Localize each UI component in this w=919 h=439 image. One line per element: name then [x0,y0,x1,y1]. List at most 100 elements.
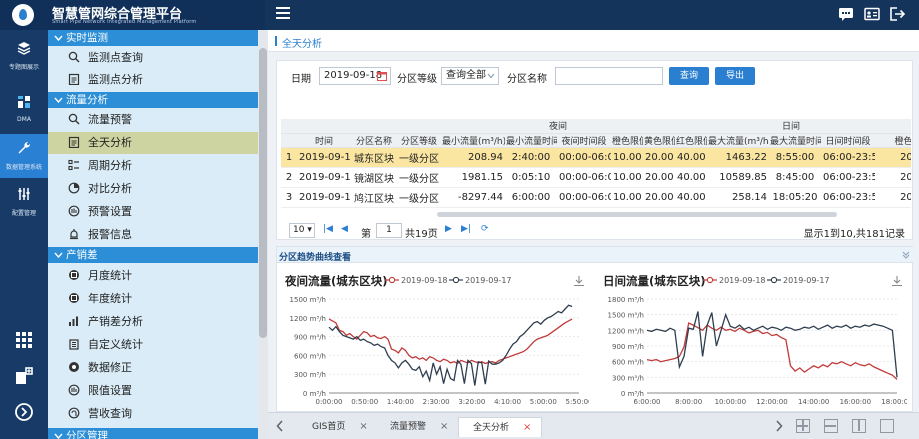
add-window-icon[interactable] [14,366,34,386]
table-cell: 20.00 [643,167,676,188]
next-page-icon[interactable]: ▶ [445,224,452,234]
column-header[interactable]: 红色限值 [675,133,708,148]
column-header[interactable]: 夜间时间段 [557,133,611,148]
trend-header[interactable]: 分区趋势曲线查看 [277,247,914,263]
rail-item-data-mgmt[interactable]: 数据管理系统 [0,134,48,178]
nav-item-monthly-stats[interactable]: 月度统计 [48,265,258,287]
table-cell: 18:05:20 [769,187,822,208]
collapse-chevron-icon[interactable] [902,251,910,259]
table-row[interactable]: 12019-09-18城东区块一级分区208.942:40:0000:00-06… [281,147,911,168]
rail-item-dma[interactable]: DMA [0,88,48,132]
query-button[interactable]: 查询 [669,67,709,85]
download-icon[interactable] [891,275,903,287]
legend-series-1[interactable]: 2019-09-18 [703,276,766,285]
nav-category-sales[interactable]: 产销差 [48,247,258,263]
nav-scroll-thumb[interactable] [259,48,267,338]
layout-rows-icon[interactable] [824,419,838,433]
nav-item-allday-analysis[interactable]: 全天分析 [48,132,258,154]
column-header[interactable]: 橙色限值 [611,133,643,148]
export-button[interactable]: 导出 [715,67,755,85]
nav-category-zone[interactable]: 分区管理 [48,428,258,439]
nav-item-label: 营收查询 [88,407,132,420]
level-select[interactable]: 查询全部 [441,67,499,85]
legend-series-1[interactable]: 2019-09-18 [385,276,448,285]
tab-flow-warning[interactable]: 流量预警 × [390,417,448,437]
nav-item-yearly-stats[interactable]: 年度统计 [48,288,258,310]
app-grid-icon[interactable] [14,330,34,350]
column-header[interactable] [281,133,297,148]
column-header[interactable]: 最大流量(m³/h) [707,133,770,148]
x-tick-label: 10:00:00 [715,398,746,406]
column-header[interactable]: 最小流量时间 [505,133,557,148]
menu-toggle-icon[interactable] [276,7,290,21]
zone-name-input[interactable] [555,67,663,85]
logout-icon[interactable] [890,7,906,21]
message-icon[interactable] [838,7,854,21]
table-hscrollbar[interactable] [437,212,837,217]
table-row[interactable]: 32019-09-18鸠江区块一级分区-8297.446:00:0000:00-… [281,187,911,208]
refresh-icon[interactable]: ⟳ [481,224,489,234]
nav-category-realtime[interactable]: 实时监测 [48,30,258,46]
nav-category-label: 实时监测 [66,32,108,44]
nav-item-custom-stats[interactable]: 自定义统计 [48,334,258,356]
x-tick-label: 8:00:00 [675,398,702,406]
column-header[interactable]: 分区名称 [351,133,397,148]
page-prefix: 第 [361,229,371,240]
layout-grid-icon[interactable] [796,419,810,433]
nav-item-alarm-info[interactable]: 报警信息 [48,224,258,246]
revenue-icon [68,407,80,419]
nav-item-limit-setting[interactable]: 限值设置 [48,380,258,402]
tab-allday-analysis[interactable]: 全天分析 × [458,417,543,437]
close-icon[interactable]: × [523,422,531,433]
legend-marker [703,276,717,284]
column-header[interactable]: 时间 [297,133,351,148]
x-tick-label: 5:50:00 [566,398,590,406]
nav-item-label: 对比分析 [88,182,132,195]
table-cell: 1981.15 [441,167,505,188]
column-header[interactable]: 日间时间段 [821,133,876,148]
tab-scroll-right-icon[interactable] [775,420,783,432]
search-person-icon [68,113,80,125]
close-icon[interactable]: × [359,421,367,432]
last-page-icon[interactable]: ▶| [461,224,471,234]
nav-item-data-fix[interactable]: 数据修正 [48,357,258,379]
legend-series-2[interactable]: 2019-09-17 [449,276,512,285]
nav-item-revenue-query[interactable]: 营收查询 [48,403,258,425]
table-row[interactable]: 22019-09-18镜湖区块一级分区1981.150:05:1000:00-0… [281,167,911,188]
nav-item-period-analysis[interactable]: 周期分析 [48,155,258,177]
nav-scrollbar[interactable] [258,30,268,439]
page-size-select[interactable]: 10 ▾ [289,223,315,238]
nav-category-flow[interactable]: 流量分析 [48,92,258,108]
date-input[interactable]: 2019-09-18 [319,67,391,85]
layout-columns-icon[interactable] [852,419,866,433]
download-icon[interactable] [573,275,585,287]
id-card-icon[interactable] [864,7,880,21]
nav-item-flow-warning[interactable]: 流量预警 [48,109,258,131]
page-input[interactable]: 1 [376,223,402,238]
column-header[interactable]: 最大流量时间 [769,133,822,148]
first-page-icon[interactable]: |◀ [323,224,333,234]
prev-page-icon[interactable]: ◀ [341,224,348,234]
close-icon[interactable]: × [440,421,448,432]
nav-item-label: 自定义统计 [88,338,143,351]
y-tick-label: 1500 m³/h [608,312,644,320]
column-header[interactable]: 黄色限值 [643,133,676,148]
tab-gis-home[interactable]: GIS首页 × [312,417,368,437]
nav-item-diff-analysis[interactable]: 产销差分析 [48,311,258,333]
breadcrumb-current: 全天分析 [282,39,322,50]
tab-scroll-left-icon[interactable] [276,420,284,432]
column-header[interactable]: 分区等级 [397,133,441,148]
nav-item-point-analysis[interactable]: 监测点分析 [48,69,258,91]
collapse-circle-icon[interactable] [14,402,34,422]
chevron-down-icon [54,252,63,258]
nav-item-point-query[interactable]: 监测点查询 [48,47,258,69]
column-header[interactable]: 橙色限 [875,133,911,148]
calendar-icon[interactable] [377,71,387,81]
legend-series-2[interactable]: 2019-09-17 [767,276,830,285]
layout-single-icon[interactable] [880,419,894,433]
nav-item-compare-analysis[interactable]: 对比分析 [48,178,258,200]
nav-item-warning-setting[interactable]: 预警设置 [48,201,258,223]
rail-item-config[interactable]: 配置管理 [0,180,48,224]
column-header[interactable]: 最小流量(m³/h) [441,133,505,148]
rail-item-thematic[interactable]: 专题图展示 [0,34,48,78]
